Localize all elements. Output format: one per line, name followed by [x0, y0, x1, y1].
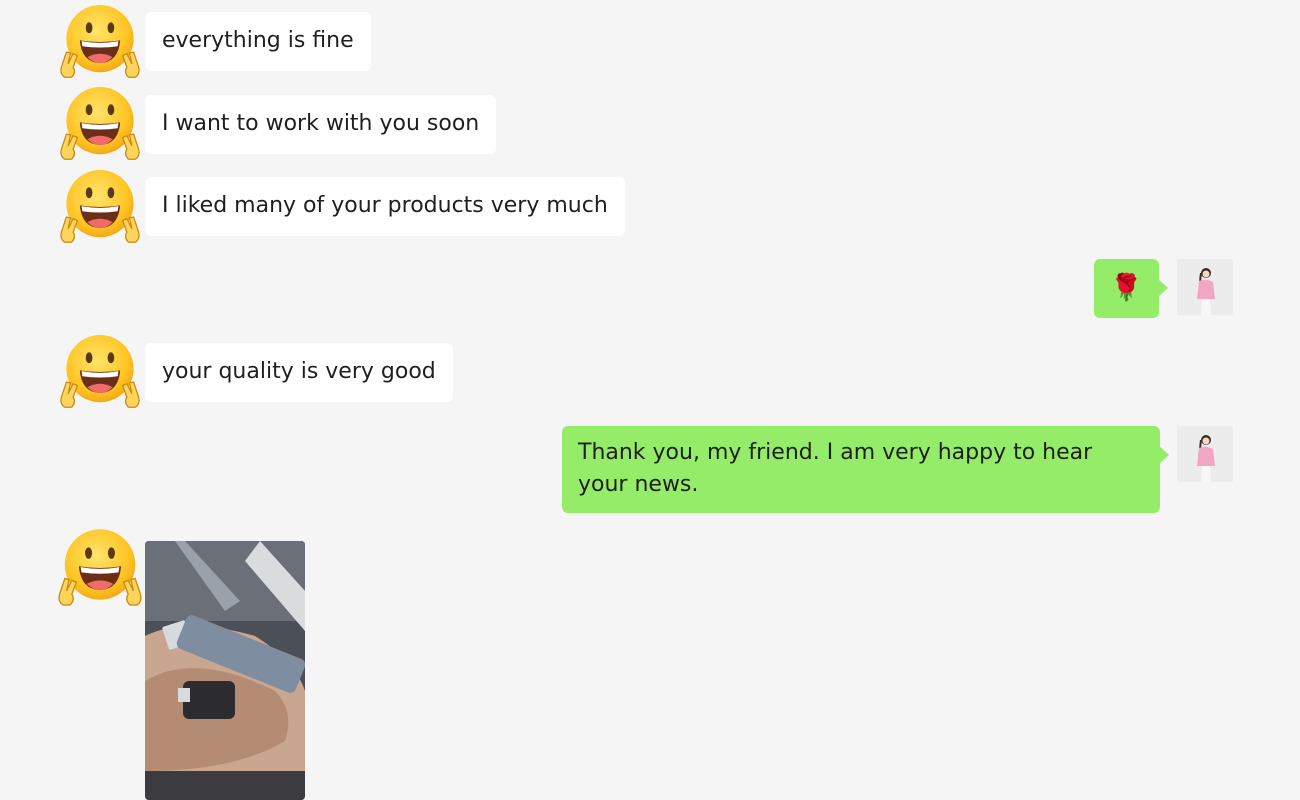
contact-avatar-icon[interactable]: [58, 0, 142, 84]
user-avatar[interactable]: [1177, 259, 1233, 315]
contact-avatar-icon[interactable]: [58, 330, 142, 414]
contact-avatar-icon[interactable]: [58, 165, 142, 249]
outgoing-message-bubble[interactable]: 🌹: [1094, 259, 1168, 318]
outgoing-message-bubble[interactable]: Thank you, my friend. I am very happy to…: [562, 426, 1169, 513]
user-avatar[interactable]: [1177, 426, 1233, 482]
incoming-message-bubble[interactable]: I want to work with you soon: [145, 95, 497, 154]
contact-avatar-icon[interactable]: [58, 82, 142, 166]
incoming-message-bubble[interactable]: I liked many of your products very much: [145, 177, 625, 236]
contact-avatar-icon[interactable]: [56, 524, 144, 612]
photo-message[interactable]: [145, 541, 305, 800]
incoming-message-bubble[interactable]: your quality is very good: [145, 343, 453, 402]
incoming-message-bubble[interactable]: everything is fine: [145, 12, 371, 71]
chat-message-list[interactable]: everything is fine I want to work with y…: [0, 0, 1300, 800]
rose-icon: 🌹: [1110, 273, 1143, 303]
